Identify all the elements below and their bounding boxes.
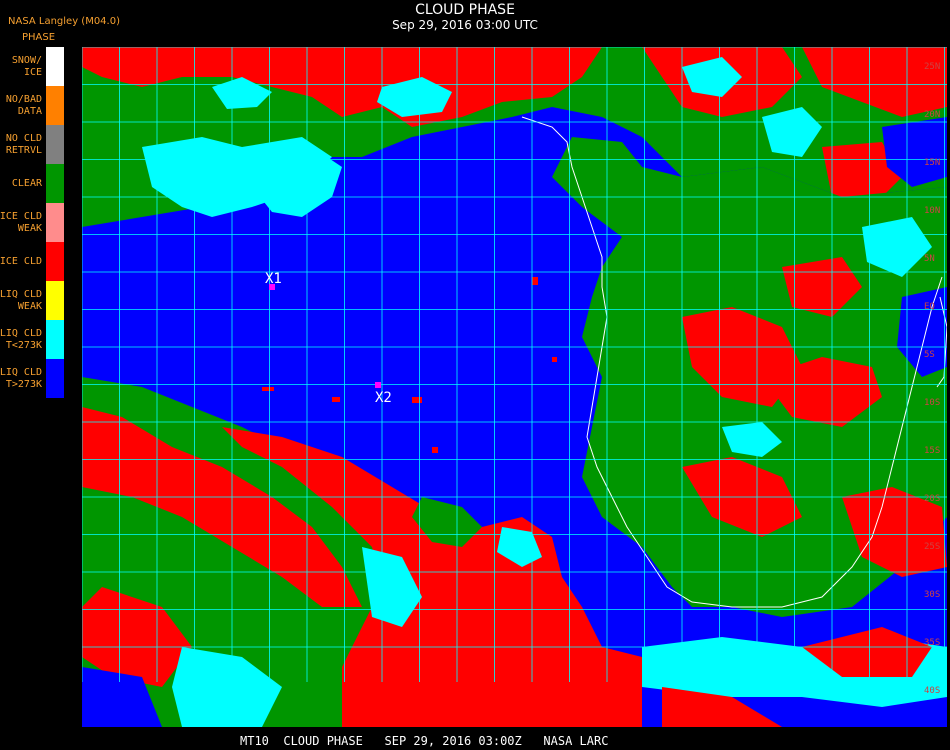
map-timestamp: Sep 29, 2016 03:00 UTC bbox=[392, 18, 538, 32]
map-title: CLOUD PHASE bbox=[415, 2, 515, 18]
latitude-label: 25N bbox=[924, 62, 940, 72]
cloud-phase-map: 25N 20N 15N 10N 5N EQ 5S 10S 15S 20S 25S 30S 35S 40S … bbox=[81, 46, 948, 727]
legend-item: NO/BAD DATA bbox=[0, 86, 66, 125]
legend-swatch bbox=[46, 320, 64, 359]
legend-label-line1: ICE CLD bbox=[0, 210, 42, 222]
legend-swatch bbox=[46, 47, 64, 86]
legend-item-label: NO CLD RETRVL bbox=[0, 125, 42, 164]
legend-label-line2: WEAK bbox=[17, 300, 42, 312]
legend-item-label: LIQ CLD WEAK bbox=[0, 281, 42, 320]
legend-label-line1: NO CLD bbox=[5, 132, 42, 144]
legend-label-line2: WEAK bbox=[17, 222, 42, 234]
latitude-label: EQ bbox=[924, 302, 935, 312]
map-canvas: 25N20N15N10N5NEQ5S10S15S20S25S30S35S40S … bbox=[81, 46, 948, 727]
legend-item-label: ICE CLD WEAK bbox=[0, 203, 42, 242]
legend-label-line1: LIQ CLD bbox=[0, 366, 42, 378]
legend-item: LIQ CLD T>273K bbox=[0, 359, 66, 398]
legend-label-line1: ICE CLD bbox=[0, 255, 42, 267]
legend-swatch bbox=[46, 281, 64, 320]
legend-item-label: CLEAR bbox=[0, 164, 42, 203]
legend-item-label: NO/BAD DATA bbox=[0, 86, 42, 125]
latitude-label: 25S bbox=[924, 542, 940, 552]
legend-label-line1: LIQ CLD bbox=[0, 288, 42, 300]
latitude-label: 35S bbox=[924, 638, 940, 648]
latitude-label: 30S bbox=[924, 590, 940, 600]
latitude-label: 10N bbox=[924, 206, 940, 216]
legend-item-label: LIQ CLD T>273K bbox=[0, 359, 42, 398]
latitude-label: 10S bbox=[924, 398, 940, 408]
legend-label-line2: RETRVL bbox=[5, 144, 42, 156]
legend-title: PHASE bbox=[22, 32, 56, 43]
legend-label-line1: LIQ CLD bbox=[0, 327, 42, 339]
legend-swatch bbox=[46, 203, 64, 242]
legend-item: ICE CLD WEAK bbox=[0, 203, 66, 242]
legend-item: LIQ CLD WEAK bbox=[0, 281, 66, 320]
legend-item: SNOW/ICE bbox=[0, 47, 66, 86]
legend-label-line1: CLEAR bbox=[11, 177, 42, 189]
latitude-label: 20N bbox=[924, 110, 940, 120]
legend-label-line2: T>273K bbox=[5, 378, 42, 390]
footer-caption: MT10 CLOUD PHASE SEP 29, 2016 03:00Z NAS… bbox=[240, 734, 609, 748]
marker-x2-point bbox=[375, 382, 381, 388]
legend-label-line2: ICE bbox=[23, 66, 42, 78]
legend-label-line2: T<273K bbox=[5, 339, 42, 351]
legend-label-line2: DATA bbox=[17, 105, 42, 117]
legend-swatch bbox=[46, 86, 64, 125]
legend-swatch bbox=[46, 242, 64, 281]
marker-x1-label: X1 bbox=[265, 271, 282, 287]
provider-label: NASA Langley (M04.0) bbox=[8, 16, 120, 27]
legend-item: CLEAR bbox=[0, 164, 66, 203]
latitude-label: 40S bbox=[924, 686, 940, 696]
latitude-label: 20S bbox=[924, 494, 940, 504]
latitude-label: 5S bbox=[924, 350, 935, 360]
latitude-label: 15N bbox=[924, 158, 940, 168]
legend-swatch bbox=[46, 125, 64, 164]
legend-item-label: ICE CLD bbox=[0, 242, 42, 281]
marker-x2-label: X2 bbox=[375, 390, 392, 406]
legend-label-line1: NO/BAD bbox=[5, 93, 42, 105]
latitude-label: 5N bbox=[924, 254, 935, 264]
legend-item: NO CLD RETRVL bbox=[0, 125, 66, 164]
legend-swatch bbox=[46, 164, 64, 203]
latitude-label: 15S bbox=[924, 446, 940, 456]
legend-label-line1: SNOW/ bbox=[11, 54, 42, 66]
legend-item-label: SNOW/ICE bbox=[0, 47, 42, 86]
legend-item: LIQ CLD T<273K bbox=[0, 320, 66, 359]
legend-item-label: LIQ CLD T<273K bbox=[0, 320, 42, 359]
legend-item: ICE CLD bbox=[0, 242, 66, 281]
legend-swatch bbox=[46, 359, 64, 398]
